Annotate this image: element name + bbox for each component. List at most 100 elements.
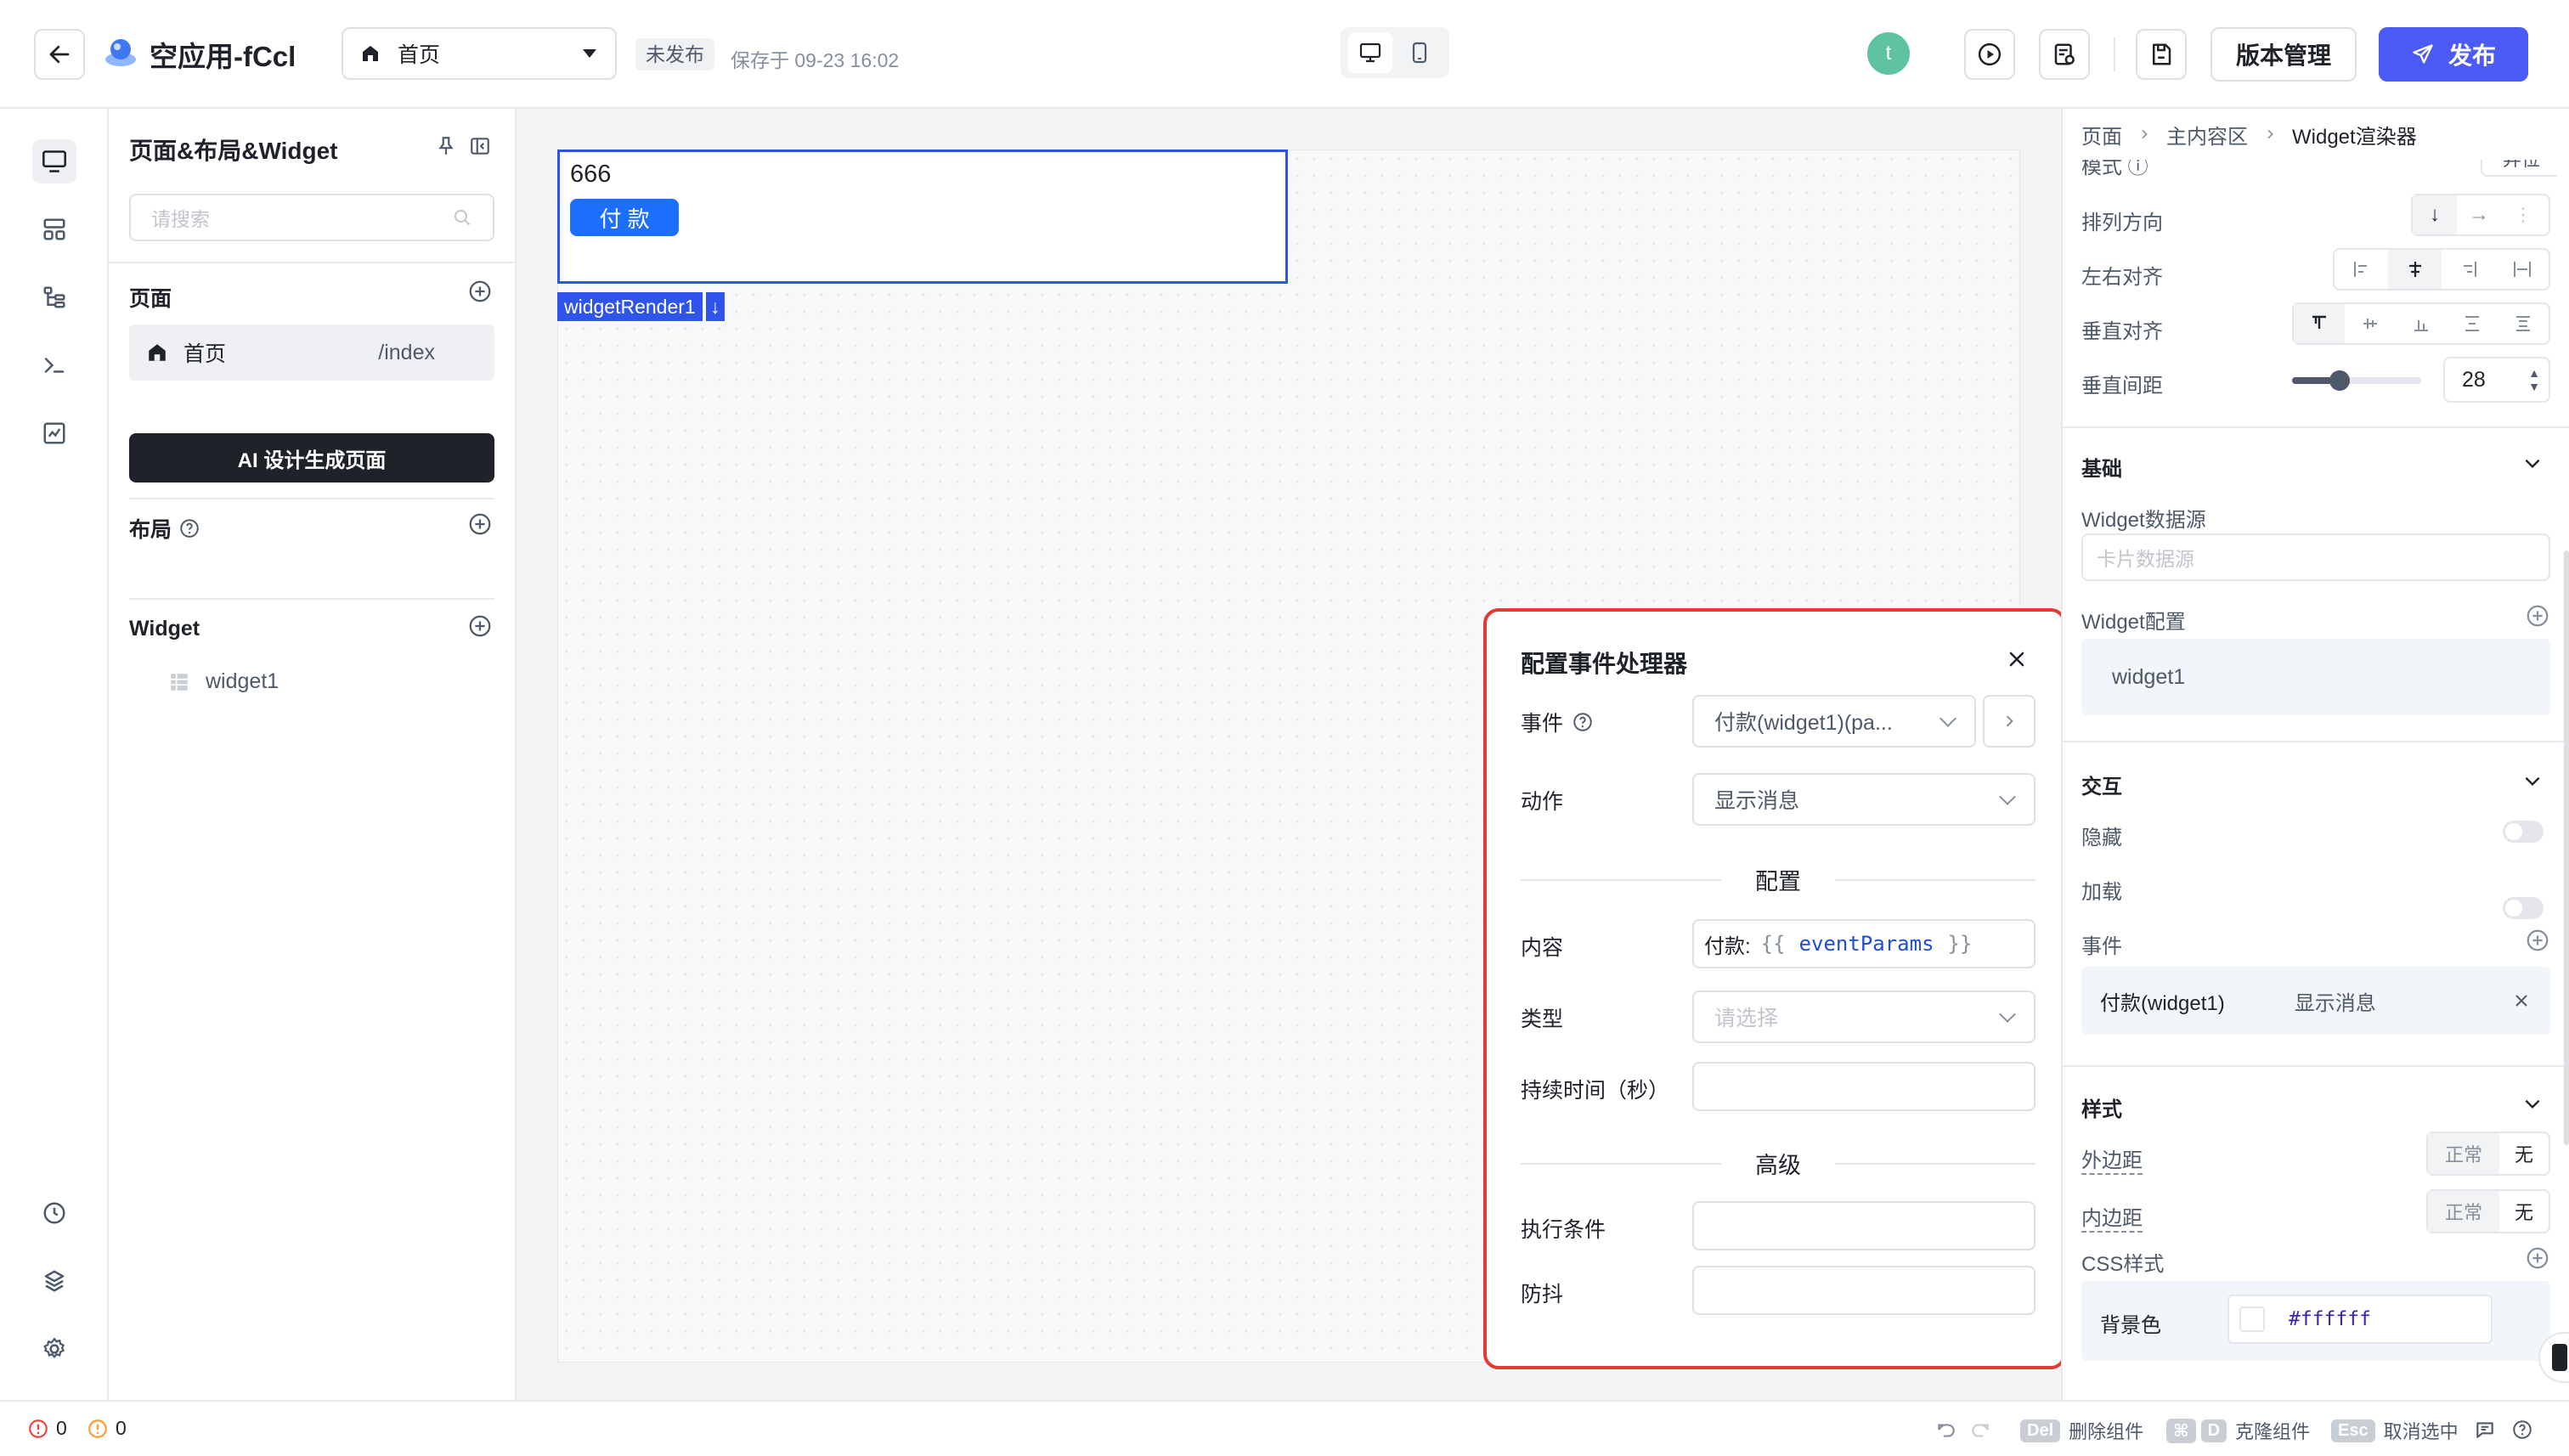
action-select[interactable]: 显示消息 bbox=[1692, 773, 2035, 826]
feedback-button[interactable] bbox=[2474, 1419, 2496, 1441]
undo-button[interactable] bbox=[1935, 1419, 1957, 1441]
basic-collapse-icon[interactable] bbox=[2521, 452, 2544, 474]
style-collapse-icon[interactable] bbox=[2521, 1092, 2544, 1115]
rail-components-button[interactable] bbox=[32, 207, 76, 251]
margin-none-option[interactable]: 无 bbox=[2499, 1133, 2549, 1174]
desktop-view-button[interactable] bbox=[1348, 32, 1392, 73]
add-widget-icon[interactable] bbox=[467, 613, 493, 639]
collapse-panel-icon[interactable] bbox=[469, 134, 491, 158]
rail-tree-button[interactable] bbox=[32, 275, 76, 319]
condition-input[interactable] bbox=[1692, 1201, 2035, 1250]
margin-normal-option[interactable]: 正常 bbox=[2428, 1133, 2499, 1174]
help-button[interactable] bbox=[2511, 1419, 2533, 1441]
rail-code-button[interactable] bbox=[32, 343, 76, 387]
close-icon[interactable] bbox=[2511, 990, 2532, 1011]
add-config-icon[interactable] bbox=[2525, 603, 2550, 629]
right-panel: 模式 ⓘ 弃位 页面 主内容区 Widget渲染器 排列方向 ↓ → ⋮ 左右对… bbox=[2061, 109, 2569, 1400]
valign-spread-icon[interactable] bbox=[2447, 304, 2498, 343]
warning-counter[interactable]: 0 bbox=[87, 1417, 127, 1440]
mobile-view-button[interactable] bbox=[1397, 32, 1442, 73]
stepper-arrows-icon[interactable]: ▲ ▼ bbox=[2528, 366, 2540, 393]
add-css-icon[interactable] bbox=[2525, 1245, 2550, 1271]
vspacing-slider[interactable] bbox=[2292, 370, 2421, 391]
rail-settings-button[interactable] bbox=[32, 1327, 76, 1371]
rail-history-button[interactable] bbox=[32, 1191, 76, 1235]
widget-tag-arrow[interactable]: ↓ bbox=[705, 292, 725, 321]
padding-label[interactable]: 内边距 bbox=[2081, 1201, 2143, 1233]
content-label: 内容 bbox=[1521, 936, 1564, 960]
preview-button[interactable] bbox=[1964, 29, 2015, 80]
vspacing-input[interactable]: 28 ▲ ▼ bbox=[2443, 357, 2550, 403]
add-page-icon[interactable] bbox=[467, 279, 493, 304]
widget-item[interactable]: widget1 bbox=[168, 669, 279, 694]
valign-top-icon[interactable] bbox=[2294, 304, 2345, 343]
margin-control[interactable]: 正常 无 bbox=[2426, 1132, 2550, 1176]
more-icon[interactable]: ⋮ bbox=[2501, 195, 2545, 234]
hidden-toggle[interactable] bbox=[2503, 821, 2544, 843]
pay-button[interactable]: 付 款 bbox=[570, 199, 679, 236]
event-select[interactable]: 付款(widget1)(pa... bbox=[1692, 695, 1976, 748]
mode-button[interactable]: 弃位 bbox=[2481, 160, 2557, 177]
duration-input[interactable] bbox=[1692, 1062, 2035, 1111]
event-item[interactable]: 付款(widget1) 显示消息 bbox=[2081, 967, 2550, 1035]
avatar[interactable]: t bbox=[1867, 32, 1910, 75]
align-center-icon[interactable] bbox=[2388, 250, 2442, 289]
arrow-right-icon[interactable]: → bbox=[2457, 195, 2501, 234]
settings-doc-button[interactable] bbox=[2039, 29, 2090, 80]
mode-label: 模式 ⓘ bbox=[2081, 160, 2148, 177]
widget-render-box[interactable]: 666 付 款 bbox=[557, 150, 1288, 284]
valign-stretch-icon[interactable] bbox=[2498, 304, 2549, 343]
config-section-title: 配置 bbox=[1755, 869, 1801, 894]
arrangement-control[interactable]: ↓ → ⋮ bbox=[2411, 194, 2550, 236]
widget-datasource-input[interactable]: 卡片数据源 bbox=[2081, 533, 2550, 581]
add-event-icon[interactable] bbox=[2525, 928, 2550, 953]
type-select[interactable]: 请选择 bbox=[1692, 990, 2035, 1043]
rail-page-button[interactable] bbox=[32, 139, 76, 183]
loading-toggle[interactable] bbox=[2503, 897, 2544, 919]
publish-button[interactable]: 发布 bbox=[2379, 27, 2528, 82]
margin-label[interactable]: 外边距 bbox=[2081, 1143, 2143, 1175]
padding-normal-option[interactable]: 正常 bbox=[2428, 1191, 2499, 1232]
widget-selection-tag[interactable]: widgetRender1 ↓ bbox=[557, 292, 725, 321]
color-swatch[interactable] bbox=[2239, 1306, 2265, 1332]
scrollbar[interactable] bbox=[2564, 550, 2569, 1145]
halign-control[interactable] bbox=[2333, 248, 2550, 291]
error-icon bbox=[29, 1419, 48, 1438]
align-left-icon[interactable] bbox=[2335, 250, 2388, 289]
widget-config-item[interactable]: widget1 bbox=[2081, 639, 2550, 715]
align-justify-icon[interactable] bbox=[2495, 250, 2549, 289]
valign-center-icon[interactable] bbox=[2345, 304, 2396, 343]
debounce-input[interactable] bbox=[1692, 1266, 2035, 1315]
back-button[interactable] bbox=[34, 29, 85, 80]
slider-handle[interactable] bbox=[2329, 370, 2350, 391]
save-button[interactable] bbox=[2136, 29, 2187, 80]
page-select[interactable]: 首页 bbox=[342, 27, 617, 80]
padding-none-option[interactable]: 无 bbox=[2499, 1191, 2549, 1232]
breadcrumb-item-main[interactable]: 主内容区 bbox=[2166, 120, 2248, 150]
rail-plugin-button[interactable] bbox=[32, 1259, 76, 1303]
arrow-down-icon[interactable]: ↓ bbox=[2413, 195, 2457, 234]
padding-control[interactable]: 正常 无 bbox=[2426, 1189, 2550, 1233]
pin-icon[interactable] bbox=[435, 134, 457, 158]
rail-chart-button[interactable] bbox=[32, 411, 76, 455]
monitor-icon bbox=[1359, 42, 1381, 63]
redo-button[interactable] bbox=[1969, 1419, 1991, 1441]
add-layout-icon[interactable] bbox=[467, 511, 493, 537]
message-icon bbox=[2476, 1422, 2493, 1438]
interaction-collapse-icon[interactable] bbox=[2521, 770, 2544, 792]
version-manage-button[interactable]: 版本管理 bbox=[2210, 27, 2357, 82]
event-detail-button[interactable] bbox=[1983, 695, 2035, 748]
bg-color-input[interactable]: #ffffff bbox=[2227, 1295, 2493, 1344]
help-icon bbox=[2513, 1420, 2532, 1439]
search-input[interactable]: 请搜索 bbox=[129, 194, 494, 241]
valign-control[interactable] bbox=[2292, 302, 2550, 345]
error-counter[interactable]: 0 bbox=[27, 1417, 67, 1440]
valign-bottom-icon[interactable] bbox=[2396, 304, 2447, 343]
ai-generate-button[interactable]: AI 设计生成页面 bbox=[129, 433, 494, 483]
content-input[interactable]: 付款: {{ eventParams }} bbox=[1692, 919, 2035, 968]
page-select-value: 首页 bbox=[398, 43, 441, 67]
close-button[interactable] bbox=[2005, 647, 2029, 671]
breadcrumb-item-page[interactable]: 页面 bbox=[2081, 120, 2122, 150]
page-item-home[interactable]: 首页 /index bbox=[129, 324, 494, 381]
align-right-icon[interactable] bbox=[2442, 250, 2495, 289]
